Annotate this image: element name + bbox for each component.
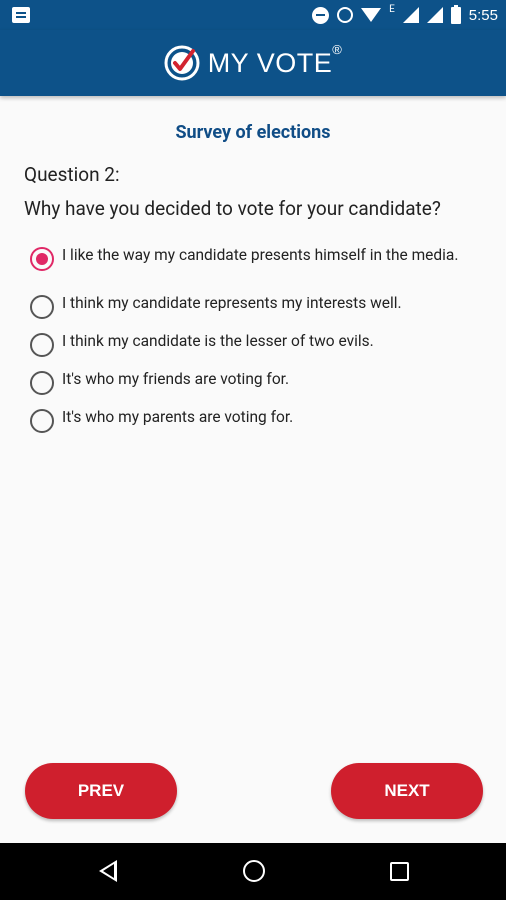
battery-icon bbox=[450, 4, 461, 24]
status-time: 5:55 bbox=[468, 6, 498, 24]
question-number: Question 2: bbox=[24, 163, 120, 186]
next-button[interactable]: NEXT bbox=[331, 763, 483, 819]
radio-button[interactable] bbox=[30, 333, 54, 357]
system-nav-bar bbox=[0, 843, 506, 900]
network-type: E bbox=[389, 3, 395, 15]
notification-icon bbox=[12, 7, 30, 23]
radio-button[interactable] bbox=[30, 371, 54, 395]
app-title: MY VOTE® bbox=[207, 41, 343, 78]
answer-option[interactable]: It's who my friends are voting for. bbox=[30, 370, 480, 395]
answer-option[interactable]: I like the way my candidate presents him… bbox=[30, 246, 480, 271]
home-icon[interactable] bbox=[243, 860, 265, 882]
signal-icon bbox=[402, 7, 419, 23]
option-label: I think my candidate represents my inter… bbox=[62, 294, 402, 312]
wifi-icon bbox=[361, 8, 382, 22]
alarm-icon bbox=[337, 7, 354, 23]
prev-button[interactable]: PREV bbox=[25, 763, 177, 819]
option-label: It's who my parents are voting for. bbox=[62, 408, 294, 426]
answer-option[interactable]: It's who my parents are voting for. bbox=[30, 408, 480, 433]
status-icons: E 5:55 bbox=[312, 0, 498, 30]
vote-check-icon bbox=[164, 45, 200, 81]
recent-apps-icon[interactable] bbox=[390, 862, 409, 881]
app-logo: MY VOTE® bbox=[164, 41, 343, 81]
back-icon[interactable] bbox=[99, 860, 117, 882]
answer-option[interactable]: I think my candidate represents my inter… bbox=[30, 294, 480, 319]
survey-title: Survey of elections bbox=[175, 122, 331, 143]
question-text: Why have you decided to vote for your ca… bbox=[24, 197, 441, 220]
signal-icon bbox=[426, 7, 443, 23]
option-label: I think my candidate is the lesser of tw… bbox=[62, 332, 374, 350]
radio-button[interactable] bbox=[30, 409, 54, 433]
app-bar: MY VOTE® bbox=[0, 30, 506, 96]
radio-button[interactable] bbox=[30, 247, 54, 271]
radio-button[interactable] bbox=[30, 295, 54, 319]
option-label: I like the way my candidate presents him… bbox=[62, 246, 459, 264]
do-not-disturb-icon bbox=[312, 6, 330, 24]
option-label: It's who my friends are voting for. bbox=[62, 370, 290, 388]
answer-option[interactable]: I think my candidate is the lesser of tw… bbox=[30, 332, 480, 357]
status-bar: E 5:55 bbox=[0, 0, 506, 30]
